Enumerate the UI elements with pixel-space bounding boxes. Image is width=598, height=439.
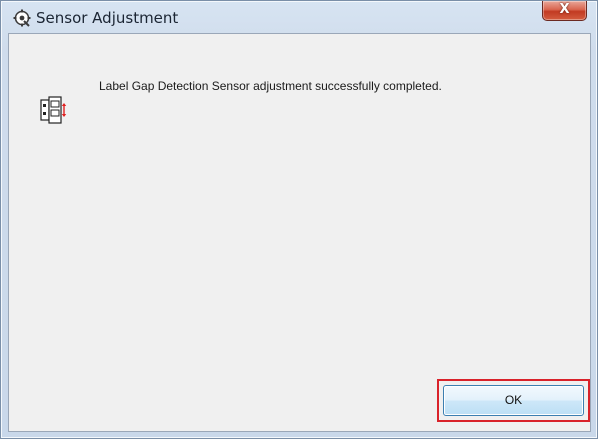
dialog-body: Label Gap Detection Sensor adjustment su… — [8, 33, 591, 432]
window-title: Sensor Adjustment — [36, 9, 179, 27]
ok-button[interactable]: OK — [443, 385, 584, 416]
label-gap-sensor-icon — [40, 96, 67, 124]
sensor-adjustment-window: Sensor Adjustment X Label Gap Detection … — [0, 0, 598, 439]
close-button[interactable]: X — [542, 1, 587, 21]
title-bar[interactable]: Sensor Adjustment X — [1, 1, 597, 33]
close-icon: X — [559, 2, 570, 17]
status-message: Label Gap Detection Sensor adjustment su… — [99, 79, 442, 93]
sensor-settings-icon — [13, 9, 31, 27]
